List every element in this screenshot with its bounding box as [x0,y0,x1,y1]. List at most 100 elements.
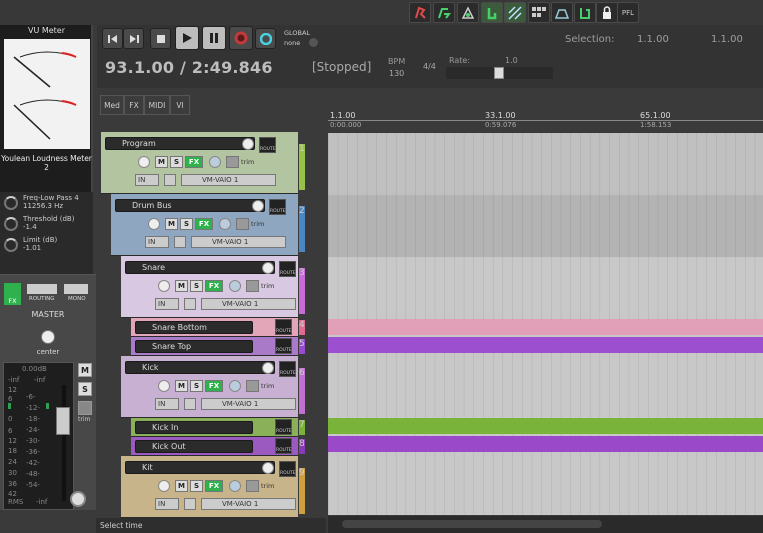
global-automation[interactable]: GLOBAL none [282,28,324,50]
media-item-snare-top[interactable] [328,337,763,353]
tab-fx[interactable]: FX [124,95,144,115]
media-item-snare-bottom[interactable] [328,319,763,335]
knob-icon[interactable] [4,217,18,231]
track-name[interactable]: Snare [125,261,275,274]
monitor-icon[interactable] [184,398,196,410]
pan-knob[interactable] [148,218,160,230]
mute-button[interactable]: M [165,218,178,230]
envelope-lock-icon[interactable] [457,2,479,23]
route-button[interactable]: ROUTE [275,319,292,335]
track-5[interactable]: Snare Top ROUTE [131,337,298,356]
ripple-off-icon[interactable] [409,2,431,23]
track-9[interactable]: Kit ROUTE M S FX trim IN VM-VAIO 1 [121,456,298,518]
fx-button[interactable]: FX [185,156,203,168]
rate-slider-thumb[interactable] [494,67,504,79]
lane-program[interactable] [328,133,763,195]
volume-knob[interactable] [262,362,274,374]
record-button[interactable] [229,26,253,50]
track-name[interactable]: Kick Out [135,440,253,453]
lock-icon[interactable] [596,2,618,23]
input-button[interactable]: IN [145,236,169,248]
gear-icon[interactable] [70,491,86,507]
track-name[interactable]: Program [105,137,255,150]
ripple-icon[interactable] [433,2,455,23]
envelope-icon[interactable] [236,218,249,230]
repeat-button[interactable] [255,28,276,49]
mute-button[interactable]: M [155,156,168,168]
play-button[interactable] [175,26,199,50]
route-button[interactable]: ROUTE [275,438,292,454]
track-name[interactable]: Kick [125,361,275,374]
knob-icon[interactable] [4,238,18,252]
envelope-icon[interactable] [226,156,239,168]
track-name[interactable]: Drum Bus [115,199,265,212]
track-8[interactable]: Kick Out ROUTE [131,437,298,456]
envelope-icon[interactable] [246,480,259,492]
track-6[interactable]: Kick ROUTE M S FX trim IN VM-VAIO 1 [121,356,298,418]
track-7[interactable]: Kick In ROUTE [131,418,298,437]
master-solo-button[interactable]: S [78,382,92,396]
pan-knob[interactable] [138,156,150,168]
tab-midi[interactable]: MIDI [144,95,170,115]
phase-icon[interactable] [229,480,241,492]
master-mute-button[interactable]: M [78,363,92,377]
monitor-icon[interactable] [184,298,196,310]
phase-icon[interactable] [229,280,241,292]
master-pan-knob[interactable] [41,330,55,344]
master-routing-icon[interactable] [27,284,57,294]
pause-button[interactable] [202,26,226,50]
track-4[interactable]: Snare Bottom ROUTE [131,318,298,337]
monitor-icon[interactable] [184,498,196,510]
selection-end[interactable]: 1.1.00 [711,34,743,45]
input-select[interactable]: VM-VAIO 1 [201,498,296,510]
route-button[interactable]: ROUTE [269,199,286,215]
solo-button[interactable]: S [190,480,203,492]
fx-param-lowpass[interactable]: Freq-Low Pass 4 11256.3 Hz [4,194,94,216]
master-fx-button[interactable]: FX [4,283,21,305]
volume-knob[interactable] [262,462,274,474]
volume-knob[interactable] [242,138,254,150]
pan-knob[interactable] [158,280,170,292]
bpm-value[interactable]: 130 [389,69,404,78]
fx-button[interactable]: FX [205,480,223,492]
fx-button[interactable]: FX [205,280,223,292]
master-mono-icon[interactable] [64,284,88,294]
route-button[interactable]: ROUTE [259,137,276,153]
input-button[interactable]: IN [155,498,179,510]
route-button[interactable]: ROUTE [279,361,296,377]
time-position[interactable]: 93.1.00 / 2:49.846 [105,58,273,77]
volume-knob[interactable] [252,200,264,212]
input-button[interactable]: IN [155,398,179,410]
route-button[interactable]: ROUTE [275,419,292,435]
track-name[interactable]: Snare Bottom [135,321,253,334]
input-select[interactable]: VM-VAIO 1 [191,236,286,248]
solo-button[interactable]: S [170,156,183,168]
solo-button[interactable]: S [190,380,203,392]
mute-button[interactable]: M [175,280,188,292]
solo-button[interactable]: S [180,218,193,230]
input-select[interactable]: VM-VAIO 1 [201,298,296,310]
lane-drum-bus[interactable] [328,195,763,257]
master-fader[interactable] [56,407,70,435]
rate-slider[interactable] [446,67,553,79]
input-button[interactable]: IN [135,174,159,186]
solo-button[interactable]: S [190,280,203,292]
route-button[interactable]: ROUTE [279,461,296,477]
mute-button[interactable]: M [175,480,188,492]
selection-start[interactable]: 1.1.00 [637,34,669,45]
track-name[interactable]: Kit [125,461,275,474]
volume-knob[interactable] [262,262,274,274]
monitor-icon[interactable] [164,174,176,186]
media-item-kick-out[interactable] [328,436,763,452]
fx-button[interactable]: FX [205,380,223,392]
track-2[interactable]: Drum Bus ROUTE M S FX trim IN VM-VAIO 1 [111,194,298,256]
snap-icon[interactable] [481,2,503,23]
pfl-button[interactable]: PFL [617,2,639,23]
route-button[interactable]: ROUTE [275,338,292,354]
horizontal-scrollbar[interactable] [328,516,763,533]
time-signature[interactable]: 4/4 [423,62,436,71]
input-select[interactable]: VM-VAIO 1 [181,174,276,186]
crossfade-icon[interactable] [574,2,596,23]
route-button[interactable]: ROUTE [279,261,296,277]
go-to-end-button[interactable] [123,28,144,49]
